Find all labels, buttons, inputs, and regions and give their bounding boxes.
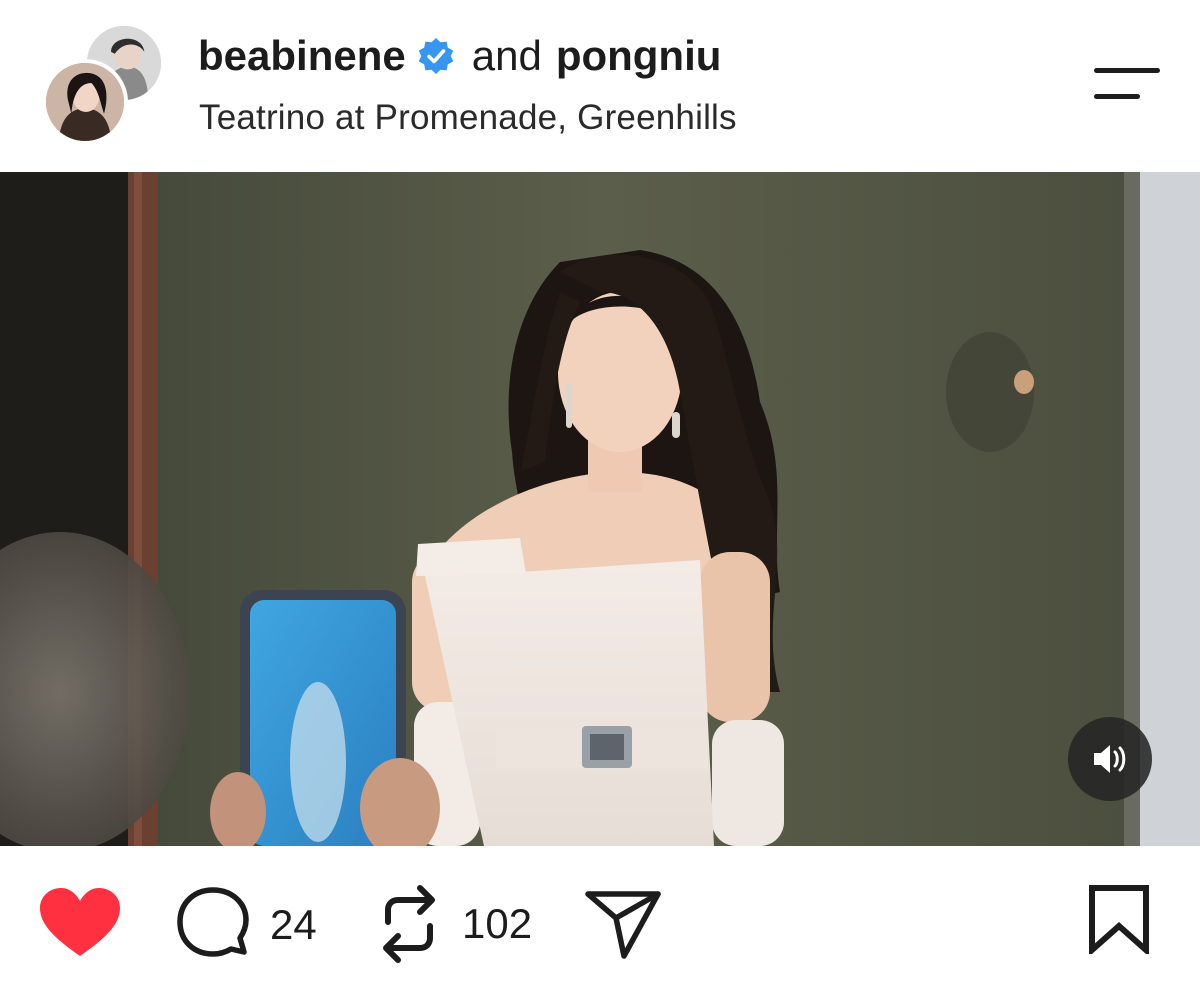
reposts-count: 102 <box>462 900 533 947</box>
verified-badge-icon <box>416 36 456 76</box>
post-location[interactable]: Teatrino at Promenade, Greenhills <box>199 98 737 138</box>
comments-count: 24 <box>270 901 317 948</box>
comment-button[interactable]: 24 <box>174 886 317 964</box>
post-card: beabinene and pongniu Teatrino at Promen… <box>0 0 1200 1006</box>
video-frame-image <box>0 172 1200 846</box>
connector-text: and <box>471 32 542 79</box>
post-author-line: beabinene and pongniu <box>198 30 721 82</box>
author-avatar[interactable] <box>42 59 128 145</box>
send-icon <box>585 891 661 959</box>
repost-button[interactable]: 102 <box>374 882 532 966</box>
share-button[interactable] <box>584 888 662 962</box>
heart-icon <box>40 888 120 956</box>
post-media-video[interactable] <box>0 172 1200 846</box>
hamburger-menu-icon[interactable] <box>1090 64 1162 104</box>
like-button[interactable] <box>38 886 122 960</box>
bookmark-icon <box>1089 885 1149 954</box>
collaborator-username[interactable]: pongniu <box>556 32 722 80</box>
comment-bubble-icon <box>177 887 249 957</box>
repost-icon <box>383 885 435 963</box>
post-header: beabinene and pongniu Teatrino at Promen… <box>0 0 1200 172</box>
save-button[interactable] <box>1086 884 1152 954</box>
post-action-bar: 24 102 <box>0 846 1200 1006</box>
author-username[interactable]: beabinene <box>198 32 406 80</box>
speaker-icon[interactable] <box>1068 717 1152 801</box>
